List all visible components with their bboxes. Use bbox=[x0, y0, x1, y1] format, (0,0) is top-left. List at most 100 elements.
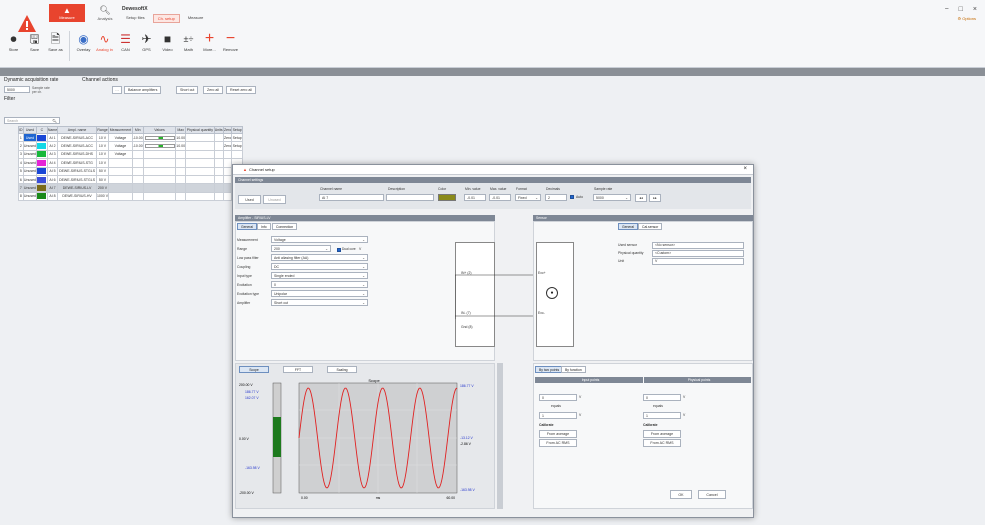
dual-core-checkbox[interactable] bbox=[337, 248, 341, 252]
color-picker[interactable] bbox=[438, 194, 456, 201]
tab-preview-scope[interactable]: Scope bbox=[239, 366, 269, 373]
table-row[interactable]: 1 Used AI 1 DEWE-SIRIUS-ACC 10 V Voltage -10.0… bbox=[18, 132, 243, 143]
column-header[interactable]: Max bbox=[175, 126, 187, 134]
tab-amp-connection[interactable]: Connection bbox=[272, 223, 298, 230]
column-header[interactable]: Name bbox=[46, 126, 59, 134]
balance-amplifiers-button[interactable]: Balance amplifiers bbox=[124, 86, 162, 94]
table-row[interactable]: 8 Unused AI 8 DEWE-SIRIUS-HV 1000 V bbox=[18, 191, 243, 202]
tab-measure-sub[interactable]: Measure bbox=[184, 14, 208, 23]
amp-field-select[interactable]: 200 ⌄ bbox=[271, 245, 331, 252]
close-window-button[interactable]: × bbox=[973, 6, 977, 13]
short-cut-button[interactable]: Short cut bbox=[176, 86, 199, 94]
tab-preview-scaling[interactable]: Scaling bbox=[327, 366, 357, 373]
amp-field-select[interactable]: 0 ⌄ bbox=[271, 281, 368, 288]
table-row[interactable]: 7 Unused AI 7 DEWE-SIRIUS-LV 200 V bbox=[18, 183, 243, 193]
table-row[interactable]: 6 Unused AI 6 DEWE-SIRIUS-STGLS 50 V bbox=[18, 174, 243, 185]
unused-button[interactable]: Unused bbox=[263, 195, 286, 204]
more-button[interactable]: + More... bbox=[199, 26, 220, 66]
used-cell[interactable]: Unused bbox=[22, 191, 38, 202]
used-cell[interactable]: Unused bbox=[22, 149, 38, 160]
column-header[interactable]: Ampl. name bbox=[57, 126, 97, 134]
analog-in-button[interactable]: ∿ Analog in bbox=[94, 26, 115, 66]
setup-cell[interactable]: Setup bbox=[231, 141, 243, 151]
used-button[interactable]: Used bbox=[238, 195, 261, 204]
reset-zero-all-button[interactable]: Reset zero all bbox=[226, 86, 256, 94]
channel-name-input[interactable]: AI 7 bbox=[319, 194, 384, 201]
zero-cell[interactable] bbox=[222, 158, 233, 168]
next-channel-button[interactable]: ▸▸ bbox=[649, 194, 661, 202]
zero-cell[interactable] bbox=[222, 174, 233, 185]
column-header[interactable]: Measurement bbox=[108, 126, 133, 134]
amp-field-select[interactable]: Voltage ⌄ bbox=[271, 236, 368, 243]
format-select[interactable]: Fixed ⌄ bbox=[515, 194, 541, 201]
column-header[interactable]: Setup bbox=[231, 126, 243, 134]
can-button[interactable]: ☰ CAN bbox=[115, 26, 136, 66]
tab-amp-info[interactable]: Info bbox=[257, 223, 271, 230]
tab-ch-setup[interactable]: Ch. setup bbox=[152, 14, 180, 23]
tab-sensor-general[interactable]: General bbox=[618, 223, 639, 230]
setup-cell[interactable] bbox=[231, 149, 243, 160]
column-header[interactable]: Units bbox=[213, 126, 224, 134]
used-cell[interactable]: Unused bbox=[22, 183, 38, 193]
column-header[interactable]: Used bbox=[22, 126, 38, 134]
sensor-field-select[interactable]: <Custom> bbox=[652, 249, 744, 257]
gps-button[interactable]: ✈ GPS bbox=[136, 26, 157, 66]
remove-button[interactable]: − Remove bbox=[220, 26, 241, 66]
cancel-button[interactable]: Cancel bbox=[698, 490, 726, 499]
column-header[interactable]: Values bbox=[142, 126, 177, 134]
ok-button[interactable]: OK bbox=[670, 490, 692, 499]
description-input[interactable] bbox=[386, 194, 434, 201]
tab-amp-general[interactable]: General bbox=[237, 223, 258, 230]
store-button[interactable]: ⏺ Store bbox=[3, 26, 24, 66]
maximize-button[interactable]: □ bbox=[959, 6, 963, 13]
used-cell[interactable]: Used bbox=[22, 132, 38, 143]
tab-measure[interactable]: ▲ Measure bbox=[49, 4, 85, 22]
amp-field-select[interactable]: DC ⌄ bbox=[271, 263, 368, 270]
tab-analysis[interactable]: 🔍︎ Analysis bbox=[87, 4, 123, 22]
column-header[interactable]: C bbox=[36, 126, 48, 134]
video-button[interactable]: ■ Video bbox=[157, 26, 178, 66]
from-rms-button-2[interactable]: From AC RMS bbox=[643, 439, 681, 447]
table-row[interactable]: 3 Unused AI 3 DEWE-SIRIUS-DHS 10 V Voltage bbox=[18, 149, 243, 160]
max-value-input[interactable]: -0.01 bbox=[489, 194, 511, 201]
preview-scrollbar[interactable] bbox=[497, 363, 503, 509]
amp-field-select[interactable]: Single ended ⌄ bbox=[271, 272, 368, 279]
table-row[interactable]: 5 Unused AI 5 DEWE-SIRIUS-STGLS 50 V bbox=[18, 166, 243, 176]
sensor-field-select[interactable]: <No sensor> bbox=[652, 241, 744, 249]
prev-channel-button[interactable]: ◂◂ bbox=[635, 194, 647, 202]
column-header[interactable]: Range bbox=[95, 126, 110, 134]
zero-cell[interactable] bbox=[222, 149, 233, 160]
zero-cell[interactable]: Zero bbox=[222, 132, 233, 143]
used-cell[interactable]: Unused bbox=[22, 141, 38, 151]
used-cell[interactable]: Unused bbox=[22, 174, 38, 185]
tab-sensor-cal[interactable]: Cal.sensor bbox=[638, 223, 663, 230]
tab-scale-two-points[interactable]: By two points bbox=[535, 366, 564, 373]
sample-rate-select[interactable]: 5000 bbox=[4, 86, 30, 93]
decimals-input[interactable]: 2 bbox=[545, 194, 567, 201]
auto-checkbox[interactable] bbox=[570, 195, 574, 199]
math-button[interactable]: ±÷ Math bbox=[178, 26, 199, 66]
setup-cell[interactable]: Setup bbox=[231, 132, 243, 143]
tab-preview-fft[interactable]: FFT bbox=[283, 366, 313, 373]
overlay-button[interactable]: ◉ Overlay bbox=[73, 26, 94, 66]
zero-all-button[interactable]: Zero all bbox=[203, 86, 223, 94]
min-value-input[interactable]: -0.01 bbox=[464, 194, 486, 201]
amp-field-select[interactable]: Unipolar ⌄ bbox=[271, 290, 368, 297]
minimize-button[interactable]: − bbox=[945, 6, 949, 13]
sensor-field-select[interactable]: V bbox=[652, 257, 744, 265]
input-point-2[interactable]: 1 bbox=[539, 412, 577, 419]
table-row[interactable]: 2 Unused AI 2 DEWE-SIRIUS-ACC 10 V Voltage -10… bbox=[18, 141, 243, 151]
search-input[interactable]: Search 🔍︎ bbox=[4, 117, 60, 124]
amp-field-select[interactable]: Anti aliasing filter (AA) ⌄ bbox=[271, 254, 368, 261]
used-cell[interactable]: Unused bbox=[22, 166, 38, 176]
more-options-button[interactable]: … bbox=[112, 86, 122, 94]
zero-cell[interactable] bbox=[222, 191, 233, 202]
sample-rate-dialog-select[interactable]: 5000 ⌄ bbox=[593, 194, 631, 201]
zero-cell[interactable] bbox=[222, 183, 233, 193]
physical-point-2[interactable]: 1 bbox=[643, 412, 681, 419]
tab-scale-function[interactable]: By function bbox=[561, 366, 586, 373]
options-link[interactable]: ⚙ Options bbox=[958, 16, 977, 21]
amp-field-select[interactable]: Short cut ⌄ bbox=[271, 299, 368, 306]
from-rms-button-1[interactable]: From AC RMS bbox=[539, 439, 577, 447]
column-header[interactable]: Min bbox=[131, 126, 144, 134]
